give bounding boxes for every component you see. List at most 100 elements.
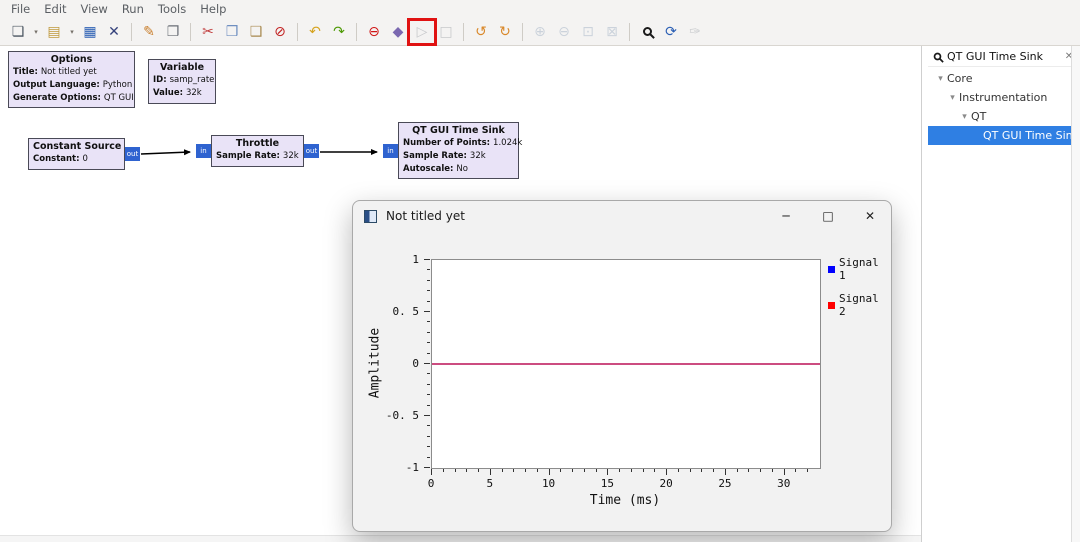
x-tick-label: 25	[718, 477, 732, 490]
block-tree: ▾ Core ▾ Instrumentation ▾ QT QT GUI Time Sink	[928, 67, 1080, 542]
axis-tick	[427, 279, 430, 281]
constant-source-block[interactable]: Constant Source Constant: 0 out	[28, 138, 140, 170]
delete-button[interactable]: ⊘	[268, 20, 292, 44]
port-out[interactable]: out	[125, 146, 140, 161]
expander-triangle-icon[interactable]: ▾	[946, 93, 959, 103]
connection-wire[interactable]	[140, 149, 191, 156]
param-value: No	[456, 163, 468, 174]
minimize-button[interactable]: ─	[765, 201, 807, 231]
new-flowgraph-button[interactable]: ❏	[6, 20, 30, 44]
expander-triangle-icon[interactable]: ▾	[934, 74, 947, 84]
axis-tick	[748, 469, 750, 472]
horizontal-scrollbar[interactable]	[0, 535, 921, 542]
port-in[interactable]: in	[383, 143, 398, 158]
errors-button[interactable]: ⊖	[362, 20, 386, 44]
signal-traces	[432, 363, 820, 365]
axis-tick	[427, 331, 430, 333]
axis-tick	[427, 425, 430, 427]
rotate-cw-button[interactable]: ↻	[493, 20, 517, 44]
plot-window-titlebar[interactable]: Not titled yet ─ □ ✕	[353, 201, 891, 231]
port-out[interactable]: out	[304, 143, 319, 158]
block-param: Sample Rate: 32k	[403, 150, 514, 163]
block-param: Output Language: Python	[13, 79, 132, 92]
axis-tick	[666, 469, 668, 475]
axis-tick	[536, 469, 538, 472]
tree-item-qt-gui-time-sink[interactable]: QT GUI Time Sink	[928, 126, 1080, 145]
block-param: Generate Options: QT GUI	[13, 92, 134, 105]
tree-item-instrumentation[interactable]: ▾ Instrumentation	[928, 88, 1070, 107]
flowgraph-properties-button[interactable]: ❐	[161, 20, 185, 44]
menu-run[interactable]: Run	[115, 1, 151, 17]
tree-item-label: Core	[947, 72, 973, 85]
legend-item-signal-2[interactable]: Signal 2	[828, 292, 891, 318]
axis-tick	[807, 469, 809, 472]
panel-splitter[interactable]	[921, 46, 928, 542]
menu-view[interactable]: View	[74, 1, 115, 17]
redo-button[interactable]: ↷	[327, 20, 351, 44]
tree-item-core[interactable]: ▾ Core	[928, 69, 1070, 88]
close-button[interactable]: ✕	[849, 201, 891, 231]
find-block-button[interactable]	[635, 20, 659, 44]
axis-tick	[677, 469, 679, 472]
rotate-ccw-button[interactable]: ↺	[469, 20, 493, 44]
block-search-input[interactable]	[947, 49, 1058, 63]
axis-tick	[424, 311, 430, 312]
screen-capture-button[interactable]: ✎	[137, 20, 161, 44]
axis-tick	[427, 300, 430, 302]
axis-tick	[572, 469, 574, 472]
save-flowgraph-button[interactable]: ▦	[78, 20, 102, 44]
block-param: ID: samp_rate	[153, 74, 214, 87]
new-flowgraph-button-dropdown-icon[interactable]: ▾	[30, 20, 42, 44]
undo-button[interactable]: ↶	[303, 20, 327, 44]
sidebar-scrollbar[interactable]	[1071, 46, 1080, 542]
axis-tick	[427, 446, 430, 448]
block-library-panel: ✕ ▾Core▾Instrumentation▾QTQT GUI Time Si…	[928, 46, 1080, 542]
block-param: Value: 32k	[153, 87, 211, 100]
param-value: 32k	[469, 150, 486, 161]
legend-label: Signal 2	[839, 292, 879, 318]
cut-button[interactable]: ✂	[196, 20, 220, 44]
copy-button[interactable]: ❒	[220, 20, 244, 44]
axis-tick	[478, 469, 480, 472]
plot-window-title: Not titled yet	[386, 209, 465, 223]
menu-edit[interactable]: Edit	[37, 1, 73, 17]
block-param: Number of Points: 1.024k	[403, 137, 522, 150]
qt-gui-time-sink-block[interactable]: QT GUI Time Sink Number of Points: 1.024k…	[383, 122, 522, 180]
open-flowgraph-button-dropdown-icon[interactable]: ▾	[66, 20, 78, 44]
expander-triangle-icon[interactable]: ▾	[958, 112, 971, 122]
menu-tools[interactable]: Tools	[151, 1, 193, 17]
menu-bar: File Edit View Run Tools Help	[0, 0, 1080, 18]
port-in[interactable]: in	[196, 143, 211, 158]
zoom-reset-button[interactable]: ⊠	[600, 20, 624, 44]
y-tick-label: 0. 5	[392, 305, 420, 318]
x-tick-label: 15	[600, 477, 614, 490]
reload-blocks-button[interactable]: ⟳	[659, 20, 683, 44]
tree-item-qt[interactable]: ▾ QT	[928, 107, 1070, 126]
axis-tick	[525, 469, 527, 472]
axis-tick	[583, 469, 585, 472]
param-label: Generate Options:	[13, 92, 104, 103]
menu-file[interactable]: File	[4, 1, 37, 17]
plot-window[interactable]: Not titled yet ─ □ ✕ Amplitude Time (ms) S…	[352, 200, 892, 532]
open-flowgraph-button[interactable]: ▤	[42, 20, 66, 44]
plot-canvas[interactable]	[431, 259, 821, 469]
kill-flowgraph-button[interactable]: □	[434, 20, 458, 44]
execute-flowgraph-button[interactable]: ▷	[410, 20, 434, 44]
toolbar-separator	[131, 22, 132, 41]
pen-tool-button[interactable]: ✑	[683, 20, 707, 44]
options-block[interactable]: Options Title: Not titled yet Output Langu…	[8, 51, 135, 109]
maximize-button[interactable]: □	[807, 201, 849, 231]
zoom-in-button[interactable]: ⊕	[528, 20, 552, 44]
paste-button[interactable]: ❑	[244, 20, 268, 44]
throttle-block[interactable]: Throttle Sample Rate: 32k in out	[196, 135, 319, 167]
menu-help[interactable]: Help	[193, 1, 233, 17]
close-flowgraph-button[interactable]: ✕	[102, 20, 126, 44]
legend-item-signal-1[interactable]: Signal 1	[828, 256, 891, 282]
variable-block[interactable]: Variable ID: samp_rate Value: 32k	[148, 59, 216, 104]
zoom-fit-button[interactable]: ⊡	[576, 20, 600, 44]
axis-tick	[427, 456, 430, 458]
zoom-out-button[interactable]: ⊖	[552, 20, 576, 44]
param-value: QT GUI	[103, 92, 134, 103]
axis-tick	[501, 469, 503, 472]
generate-flowgraph-button[interactable]: ◆	[386, 20, 410, 44]
